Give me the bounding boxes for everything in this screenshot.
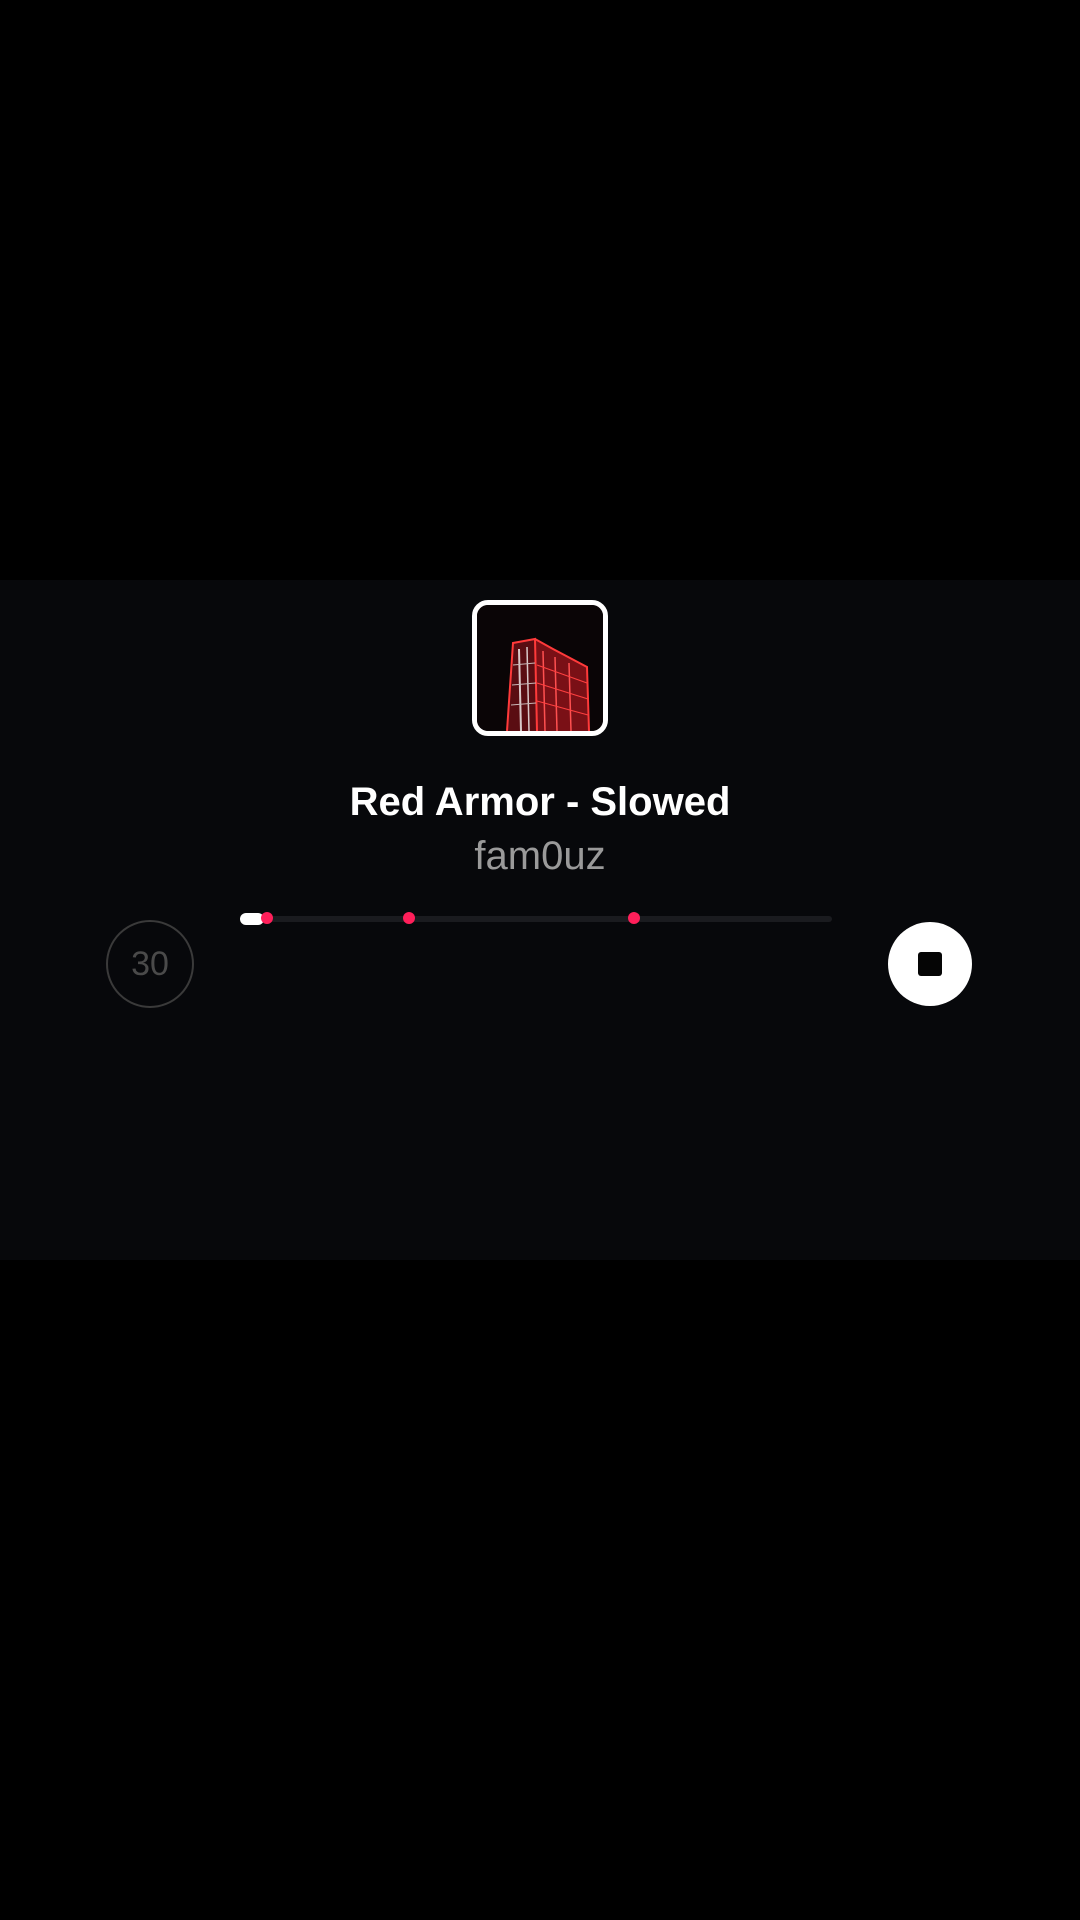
clip-duration-button[interactable]: 30 (106, 920, 194, 1008)
album-cover[interactable] (472, 600, 608, 736)
stop-button[interactable] (888, 922, 972, 1006)
progress-marker (261, 912, 273, 924)
progress-marker (628, 912, 640, 924)
progress-marker (403, 912, 415, 924)
progress-scrubber[interactable] (240, 912, 832, 925)
track-artist: fam0uz (474, 834, 606, 878)
album-art-image (477, 605, 603, 731)
music-picker-screen: Red Armor - Slowed fam0uz 30 (0, 0, 1080, 1920)
track-title: Red Armor - Slowed (349, 780, 731, 824)
stop-icon (918, 952, 942, 976)
